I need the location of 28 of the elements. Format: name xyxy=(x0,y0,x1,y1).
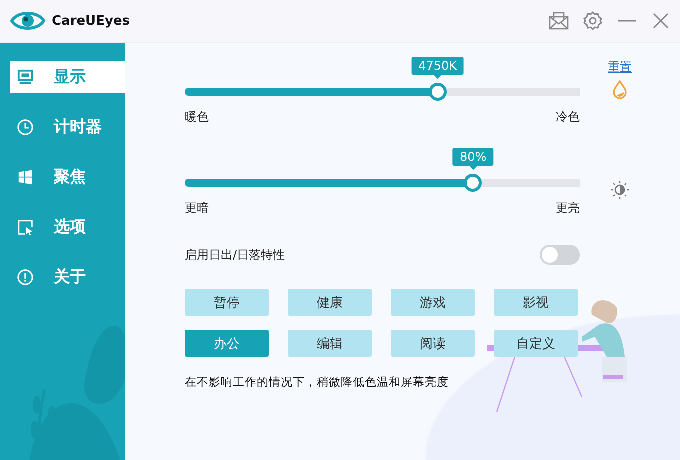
slider-min-label: 暖色 xyxy=(185,109,209,126)
reset-link[interactable]: 重置 xyxy=(608,59,632,76)
slider-max-label: 更亮 xyxy=(556,200,580,217)
mail-icon[interactable] xyxy=(548,10,570,32)
toggle-label: 启用日出/日落特性 xyxy=(185,246,286,264)
slider-max-label: 冷色 xyxy=(556,109,580,126)
clock-icon xyxy=(17,118,34,136)
monitor-icon xyxy=(17,68,34,86)
preset-button[interactable]: 阅读 xyxy=(391,330,475,357)
slider-thumb[interactable] xyxy=(428,83,447,101)
preset-button[interactable]: 影视 xyxy=(494,289,578,316)
description-text: 在不影响工作的情况下，稍微降低色温和屏幕亮度 xyxy=(185,375,450,390)
slider-min-label: 更暗 xyxy=(185,200,209,217)
windows-icon xyxy=(17,168,34,186)
slider-thumb[interactable] xyxy=(464,174,482,192)
info-icon xyxy=(17,268,34,286)
preset-button[interactable]: 自定义 xyxy=(494,330,578,357)
drop-icon xyxy=(612,80,628,100)
preset-button[interactable]: 编辑 xyxy=(288,330,372,357)
preset-button[interactable]: 暂停 xyxy=(185,289,269,316)
preset-button[interactable]: 游戏 xyxy=(391,289,475,316)
preset-button[interactable]: 健康 xyxy=(288,289,372,316)
cursor-window-icon xyxy=(17,218,34,236)
brightness-icon xyxy=(610,180,630,200)
settings-icon[interactable] xyxy=(582,10,604,32)
toggle-switch[interactable] xyxy=(540,245,580,265)
eye-logo-icon xyxy=(10,9,46,33)
window-title: CareUEyes xyxy=(52,14,132,28)
